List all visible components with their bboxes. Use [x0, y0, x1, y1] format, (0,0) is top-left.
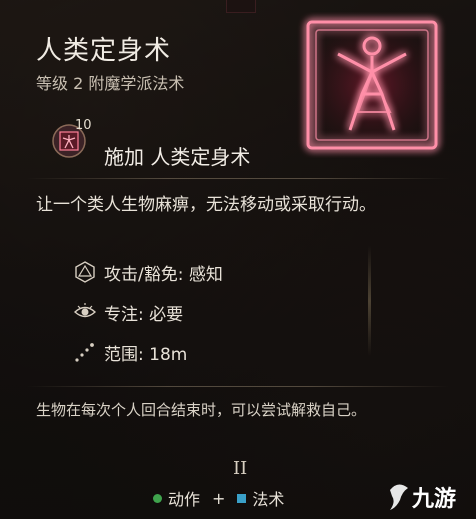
humanoid-star-icon [300, 16, 444, 154]
spell-level-roman: II [233, 458, 248, 479]
divider [26, 386, 450, 387]
condition-text: 生物在每次个人回合结束时，可以尝试解救自己。 [36, 401, 367, 419]
concentration-text: 专注: 必要 [104, 304, 184, 325]
cast-action-label[interactable]: 施加 人类定身术 [104, 141, 250, 170]
spell-slot-icon [237, 493, 247, 503]
property-range: 范围: 18m [74, 340, 188, 365]
spell-subtitle: 等级 2 附魔学派法术 [36, 74, 185, 93]
action-dot-icon [153, 493, 162, 503]
watermark-text: 九游 [411, 486, 456, 512]
scroll-decoration [368, 246, 371, 356]
property-save: 攻击/豁免: 感知 [74, 260, 223, 285]
spell-title: 人类定身术 [36, 36, 172, 66]
range-icon [75, 343, 94, 362]
slot-label: 法术 [252, 490, 285, 509]
action-label: 动作 [168, 490, 201, 509]
action-cost: 动作 + 法术 [153, 486, 284, 510]
save-text: 攻击/豁免: 感知 [104, 264, 223, 285]
watermark-logo: 九游 [390, 484, 456, 512]
spell-slot-level: 10 [75, 118, 92, 133]
range-text: 范围: 18m [104, 344, 188, 365]
spell-tooltip: 人类定身术 等级 2 附魔学派法术 10 施加 人类定身术 让一个类人生物麻痹，… [0, 0, 476, 519]
plus-sign: + [212, 488, 226, 508]
spell-description: 让一个类人生物麻痹，无法移动或采取行动。 [36, 195, 376, 215]
divider [26, 178, 450, 179]
property-concentration: 专注: 必要 [74, 300, 184, 325]
eye-icon [74, 303, 96, 318]
d20-icon [75, 261, 95, 283]
